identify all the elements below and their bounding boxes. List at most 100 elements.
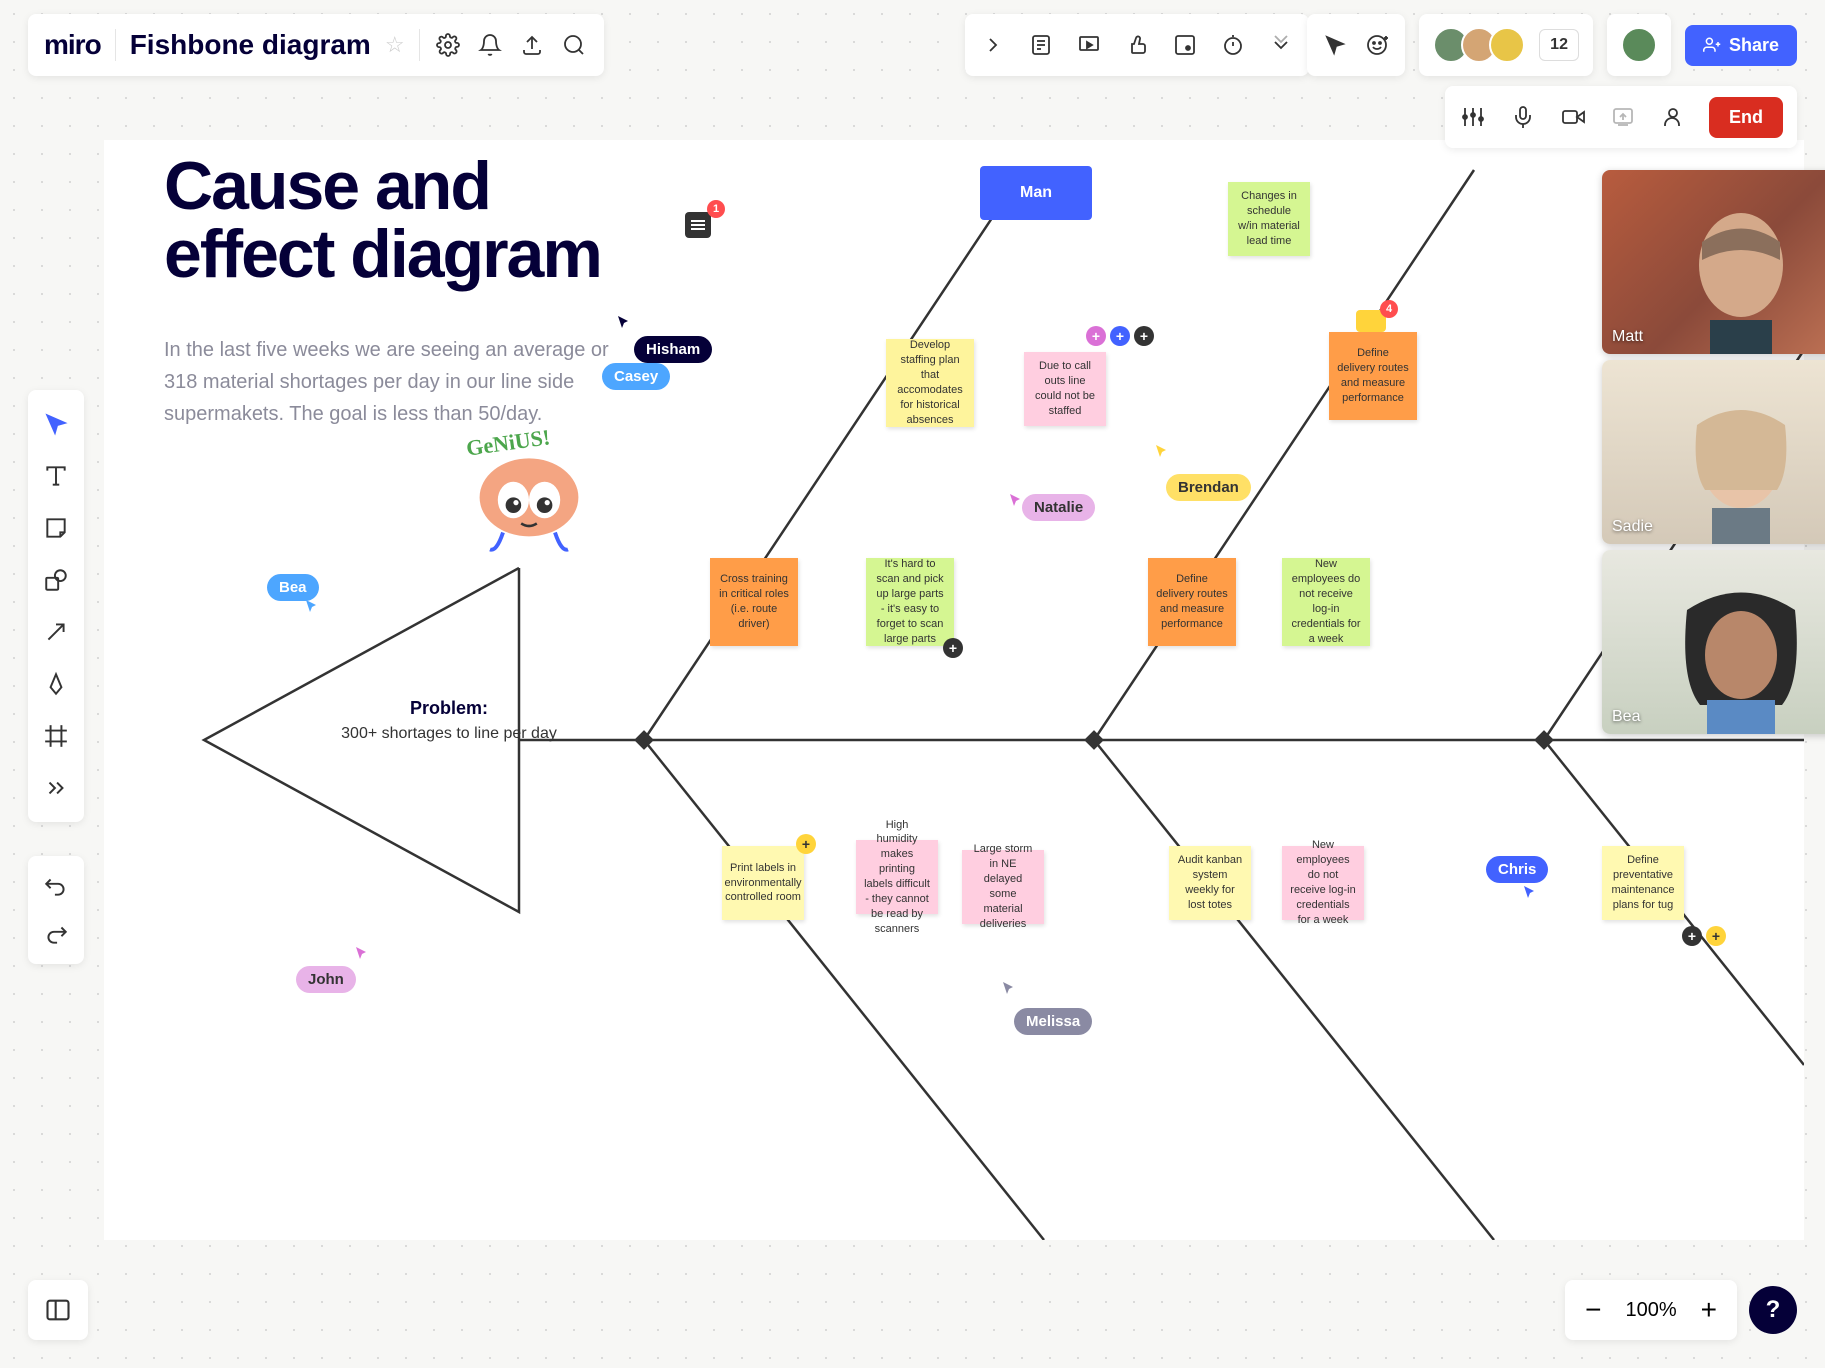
top-toolbar-left: miro Fishbone diagram ☆ [28,14,604,76]
sticky-note[interactable]: Define delivery routes and measure perfo… [1148,558,1236,646]
sticky-tool[interactable] [32,504,80,552]
user-avatar[interactable] [1621,27,1657,63]
end-button[interactable]: End [1709,97,1783,138]
mic-icon[interactable] [1509,103,1537,131]
sticky-note[interactable]: Define delivery routes and measure perfo… [1329,332,1417,420]
reactions-icon[interactable] [1363,31,1391,59]
cursor-john: John [296,966,356,993]
plus-icon[interactable]: + [943,638,963,658]
sticky-note[interactable]: New employees do not receive log-in cred… [1282,558,1370,646]
undo-button[interactable] [32,862,80,910]
cursor-melissa: Melissa [1014,1008,1092,1035]
cursor-icon[interactable] [1321,31,1349,59]
canvas[interactable]: Cause andeffect diagram 1 In the last fi… [104,140,1804,1240]
brain-sticker [464,435,594,565]
undo-toolbar [28,856,84,964]
sticky-note[interactable]: Large storm in NE delayed some material … [962,850,1044,924]
canvas-subtitle: In the last five weeks we are seeing an … [164,334,634,430]
more-icon[interactable] [1267,31,1295,59]
camera-icon[interactable] [1559,103,1587,131]
video-name: Matt [1612,328,1643,346]
share-button[interactable]: Share [1685,25,1797,66]
settings-icon[interactable] [434,31,462,59]
cursor-bea: Bea [267,574,319,601]
zoom-level[interactable]: 100% [1625,1299,1676,1322]
left-toolbar [28,390,84,822]
miro-logo[interactable]: miro [44,29,101,61]
zoom-in[interactable]: + [1701,1294,1717,1326]
vote-icon[interactable] [1123,31,1151,59]
cursor-arrow-icon [354,945,370,961]
board-title[interactable]: Fishbone diagram [130,29,371,61]
notification-badge: 4 [1380,300,1398,318]
comment-badge: 1 [707,200,725,218]
sticky-note[interactable]: Changes in schedule w/in material lead t… [1228,182,1310,256]
arrow-tool[interactable] [32,608,80,656]
expand-icon[interactable] [979,31,1007,59]
frame-tool[interactable] [32,712,80,760]
cursor-casey: Casey [602,363,670,390]
problem-text: 300+ shortages to line per day [324,723,574,745]
video-name: Sadie [1612,518,1653,536]
sticky-note[interactable]: It's hard to scan and pick up large part… [866,558,954,646]
sticky-note[interactable]: Due to call outs line could not be staff… [1024,352,1106,426]
help-button[interactable]: ? [1749,1286,1797,1334]
problem-heading: Problem: [324,698,574,719]
problem-box: Problem: 300+ shortages to line per day [324,698,574,745]
cursor-brendan: Brendan [1166,474,1251,501]
shape-tool[interactable] [32,556,80,604]
cursor-arrow-icon [1522,884,1538,900]
panel-toggle[interactable] [28,1280,88,1340]
zoom-out[interactable]: − [1585,1294,1601,1326]
fishbone-diagram [104,140,1804,1240]
video-name: Bea [1612,708,1640,726]
sliders-icon[interactable] [1459,103,1487,131]
top-toolbar-center [965,14,1309,76]
select-tool[interactable] [32,400,80,448]
video-tile[interactable]: Bea [1602,550,1825,734]
bell-icon[interactable] [476,31,504,59]
plus-icon[interactable]: + [1134,326,1154,346]
plus-icon[interactable]: + [1086,326,1106,346]
redo-button[interactable] [32,910,80,958]
more-tools[interactable] [32,764,80,812]
sticky-note[interactable]: New employees do not receive log-in cred… [1282,846,1364,920]
category-header-man[interactable]: Man [980,166,1092,220]
plus-icon[interactable]: + [1682,926,1702,946]
upload-icon[interactable] [518,31,546,59]
person-icon[interactable] [1659,103,1687,131]
cursor-arrow-icon [1001,980,1017,996]
canvas-title: Cause andeffect diagram [164,152,601,288]
emoji-icon[interactable] [1171,31,1199,59]
notes-icon[interactable] [1027,31,1055,59]
cursor-natalie: Natalie [1022,494,1095,521]
plus-icon[interactable]: + [1110,326,1130,346]
cursor-arrow-icon [616,314,632,330]
timer-icon[interactable] [1219,31,1247,59]
cursor-arrow-icon [304,598,320,614]
text-tool[interactable] [32,452,80,500]
sticky-note[interactable]: High humidity makes printing labels diff… [856,840,938,914]
star-icon[interactable]: ☆ [385,32,405,58]
sticky-note[interactable]: Develop staffing plan that accomodates f… [886,339,974,427]
video-tiles: Matt Sadie Bea [1602,170,1825,734]
collab-bar: 12 Share [1307,14,1797,76]
present-icon[interactable] [1075,31,1103,59]
avatar-stack[interactable] [1433,27,1525,63]
pen-tool[interactable] [32,660,80,708]
cursor-chris: Chris [1486,856,1548,883]
plus-icon[interactable]: + [1706,926,1726,946]
comment-icon[interactable] [685,212,711,238]
video-controls: End [1445,86,1797,148]
search-icon[interactable] [560,31,588,59]
video-tile[interactable]: Sadie [1602,360,1825,544]
cursor-hisham: Hisham [634,336,712,363]
sticky-note[interactable]: Define preventative maintenance plans fo… [1602,846,1684,920]
screenshare-icon[interactable] [1609,103,1637,131]
video-tile[interactable]: Matt [1602,170,1825,354]
sticky-note[interactable]: Audit kanban system weekly for lost tote… [1169,846,1251,920]
plus-icon[interactable]: + [796,834,816,854]
participant-count[interactable]: 12 [1539,29,1579,61]
sticky-note[interactable]: Print labels in environmentally controll… [722,846,804,920]
sticky-note[interactable]: Cross training in critical roles (i.e. r… [710,558,798,646]
